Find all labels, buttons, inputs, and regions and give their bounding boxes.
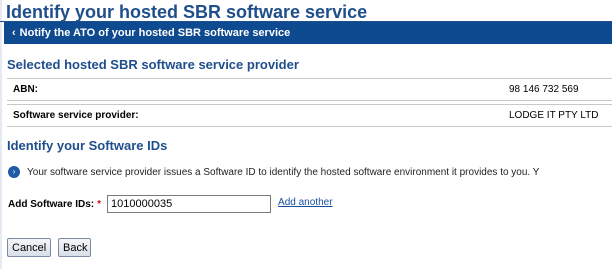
software-id-info-text: Your software service provider issues a … — [27, 166, 540, 178]
notify-ato-back-label: Notify the ATO of your hosted SBR softwa… — [19, 27, 291, 39]
info-icon: › — [8, 166, 20, 178]
page-title: Identify your hosted SBR software servic… — [6, 2, 368, 22]
abn-row: ABN: 98 146 732 569 — [7, 78, 612, 101]
back-button[interactable]: Back — [58, 238, 91, 257]
abn-value: 98 146 732 569 — [509, 84, 579, 95]
software-service-provider-row: Software service provider: LODGE IT PTY … — [7, 104, 612, 127]
software-ids-section-heading: Identify your Software IDs — [7, 138, 168, 153]
abn-label: ABN: — [13, 84, 38, 95]
software-id-input[interactable] — [107, 195, 272, 213]
add-another-link[interactable]: Add another — [278, 197, 333, 208]
chevron-left-icon: ‹ — [12, 27, 16, 39]
notify-ato-back-link[interactable]: ‹ Notify the ATO of your hosted SBR soft… — [4, 22, 612, 44]
software-ids-label: Add Software IDs: — [8, 198, 95, 210]
page-left-edge — [0, 0, 2, 269]
software-service-provider-label: Software service provider: — [13, 110, 139, 121]
software-service-provider-value: LODGE IT PTY LTD — [509, 110, 599, 121]
provider-section-heading: Selected hosted SBR software service pro… — [7, 57, 299, 72]
software-id-info: › Your software service provider issues … — [8, 166, 539, 178]
required-marker: * — [97, 198, 102, 210]
cancel-button[interactable]: Cancel — [7, 238, 51, 257]
software-id-field-row: Add Software IDs: * Add another — [8, 195, 333, 213]
